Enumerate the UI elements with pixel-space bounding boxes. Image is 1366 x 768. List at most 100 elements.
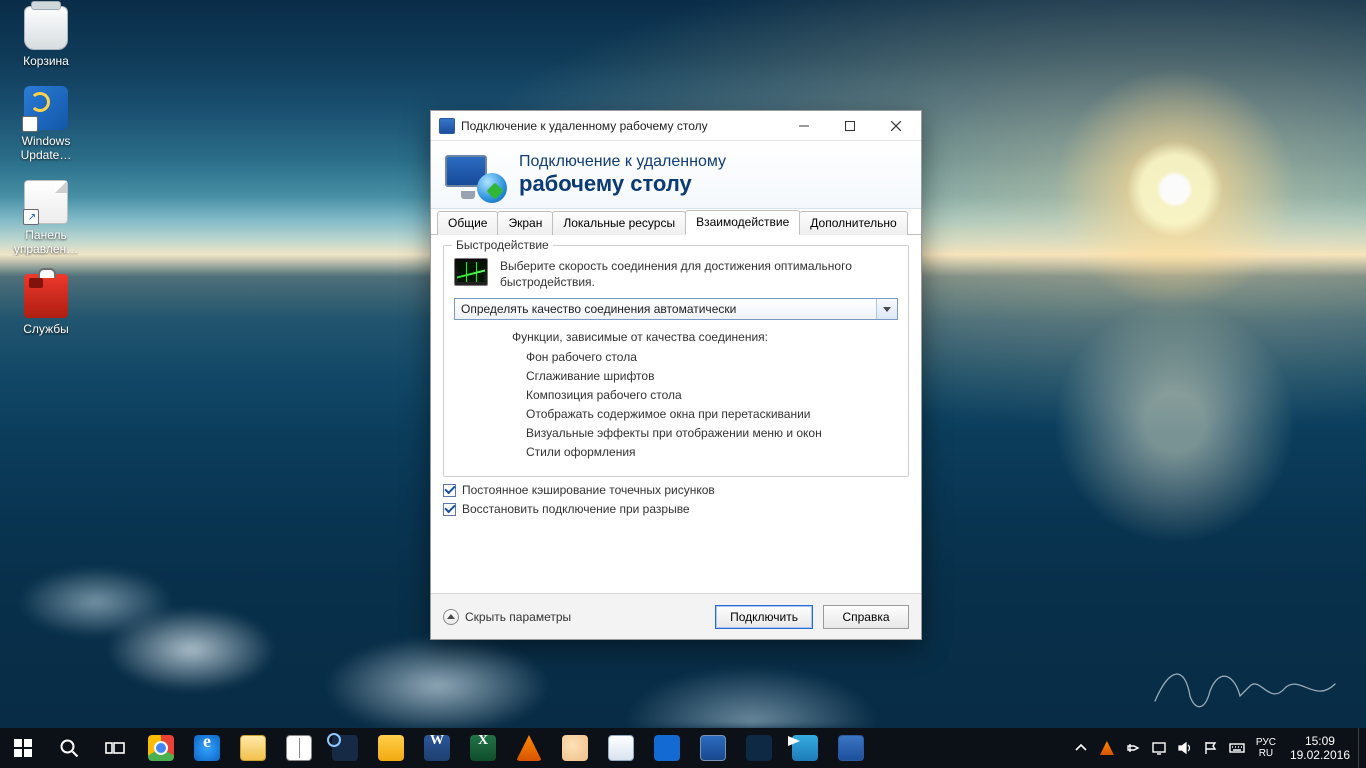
hide-options-label: Скрыть параметры: [465, 610, 571, 624]
chevron-up-icon: [443, 609, 459, 625]
rdp-dialog: Подключение к удаленному рабочему столу …: [430, 110, 922, 640]
desktop-icon-label: Корзина: [23, 54, 69, 68]
banner-line1: Подключение к удаленному: [519, 152, 726, 171]
maximize-button[interactable]: [827, 111, 873, 141]
desktop-icon-label: Windows Update…: [8, 134, 84, 162]
performance-icon: [454, 258, 488, 286]
task-view-button[interactable]: [92, 728, 138, 768]
connection-speed-combobox[interactable]: Определять качество соединения автоматич…: [454, 298, 898, 320]
checkbox-bitmap-caching[interactable]: Постоянное кэширование точечных рисунков: [443, 483, 909, 497]
window-title: Подключение к удаленному рабочему столу: [461, 119, 781, 133]
tab-strip: Общие Экран Локальные ресурсы Взаимодейс…: [431, 209, 921, 235]
control-panel-icon: [24, 180, 68, 224]
desktop-icon-windows-update[interactable]: Windows Update…: [8, 86, 84, 162]
services-icon: [24, 274, 68, 318]
group-legend: Быстродействие: [452, 238, 553, 252]
close-button[interactable]: [873, 111, 919, 141]
ie-icon: [194, 735, 220, 761]
desktop-icon-services[interactable]: Службы: [8, 274, 84, 336]
taskbar-app-chrome[interactable]: [138, 728, 184, 768]
taskbar-app-explorer[interactable]: [230, 728, 276, 768]
desktop-icon-label: Службы: [23, 322, 68, 336]
taskbar-app-totalcmd[interactable]: [276, 728, 322, 768]
excel-icon: [470, 735, 496, 761]
taskbar-app-pin[interactable]: [644, 728, 690, 768]
taskbar-app-excel[interactable]: [460, 728, 506, 768]
lang-primary: РУС: [1256, 737, 1276, 748]
titlebar[interactable]: Подключение к удаленному рабочему столу: [431, 111, 921, 141]
tab-body-experience: Быстродействие Выберите скорость соедине…: [431, 235, 921, 593]
rdp-icon: [838, 735, 864, 761]
magnifier-icon: [332, 735, 358, 761]
func-item: Стили оформления: [512, 445, 898, 459]
dialog-footer: Скрыть параметры Подключить Справка: [431, 593, 921, 639]
tray-power-icon[interactable]: [1120, 728, 1146, 768]
document-icon: [608, 735, 634, 761]
windows-update-icon: [24, 86, 68, 130]
telegram-icon: [792, 735, 818, 761]
tray-keyboard-icon[interactable]: [1224, 728, 1250, 768]
tray-flag-icon[interactable]: [1198, 728, 1224, 768]
tab-general[interactable]: Общие: [437, 211, 498, 235]
func-item: Отображать содержимое окна при перетаски…: [512, 407, 898, 421]
func-item: Фон рабочего стола: [512, 350, 898, 364]
taskbar-app-ie[interactable]: [184, 728, 230, 768]
outlook-icon: [378, 735, 404, 761]
desktop-icon-label: Панель управлен…: [8, 228, 84, 256]
help-button[interactable]: Справка: [823, 605, 909, 629]
desktop-icon-control-panel[interactable]: Панель управлен…: [8, 180, 84, 256]
tray-vlc-icon[interactable]: [1094, 728, 1120, 768]
taskbar-app-search[interactable]: [322, 728, 368, 768]
tray-language[interactable]: РУС RU: [1250, 737, 1282, 759]
taskbar-app-telegram[interactable]: [782, 728, 828, 768]
start-button[interactable]: [0, 728, 46, 768]
tray-network-icon[interactable]: [1146, 728, 1172, 768]
tab-local-resources[interactable]: Локальные ресурсы: [552, 211, 686, 235]
tab-advanced[interactable]: Дополнительно: [799, 211, 907, 235]
chevron-down-icon: [883, 307, 891, 312]
connect-button[interactable]: Подключить: [715, 605, 813, 629]
search-button[interactable]: [46, 728, 92, 768]
clock-date: 19.02.2016: [1290, 748, 1350, 762]
group-performance: Быстродействие Выберите скорость соедине…: [443, 245, 909, 477]
taskbar-app-notepad[interactable]: [598, 728, 644, 768]
functions-label: Функции, зависимые от качества соединени…: [512, 330, 898, 344]
app-icon: [654, 735, 680, 761]
chrome-icon: [148, 735, 174, 761]
func-item: Сглаживание шрифтов: [512, 369, 898, 383]
tray-volume-icon[interactable]: [1172, 728, 1198, 768]
rdp-banner-icon: [445, 149, 505, 201]
eye-icon: [746, 735, 772, 761]
desktop-wallpaper: Корзина Windows Update… Панель управлен……: [0, 0, 1366, 728]
taskbar-app-paint[interactable]: [552, 728, 598, 768]
tray-clock[interactable]: 15:09 19.02.2016: [1282, 734, 1358, 762]
taskbar-app-monitor[interactable]: [690, 728, 736, 768]
tab-experience[interactable]: Взаимодействие: [685, 210, 800, 235]
checkbox-label: Восстановить подключение при разрыве: [462, 502, 690, 516]
taskbar: РУС RU 15:09 19.02.2016: [0, 728, 1366, 768]
hide-options-toggle[interactable]: Скрыть параметры: [443, 609, 571, 625]
taskbar-app-rdp[interactable]: [828, 728, 874, 768]
clock-time: 15:09: [1305, 734, 1335, 748]
recycle-bin-icon: [24, 6, 68, 50]
total-commander-icon: [286, 735, 312, 761]
tray-overflow[interactable]: [1068, 728, 1094, 768]
taskbar-app-viewer[interactable]: [736, 728, 782, 768]
combobox-value: Определять качество соединения автоматич…: [461, 302, 736, 316]
taskbar-app-word[interactable]: [414, 728, 460, 768]
checkbox-reconnect[interactable]: Восстановить подключение при разрыве: [443, 502, 909, 516]
performance-instruction: Выберите скорость соединения для достиже…: [500, 258, 898, 290]
file-explorer-icon: [240, 735, 266, 761]
show-desktop-button[interactable]: [1358, 728, 1364, 768]
minimize-button[interactable]: [781, 111, 827, 141]
func-item: Визуальные эффекты при отображении меню …: [512, 426, 898, 440]
rdp-titlebar-icon: [439, 118, 455, 134]
taskbar-app-vlc[interactable]: [506, 728, 552, 768]
desktop-icon-recycle-bin[interactable]: Корзина: [8, 6, 84, 68]
palette-icon: [562, 735, 588, 761]
vlc-icon: [516, 735, 542, 761]
tab-display[interactable]: Экран: [497, 211, 553, 235]
monitor-icon: [700, 735, 726, 761]
taskbar-app-outlook[interactable]: [368, 728, 414, 768]
wallpaper-signature: [1150, 656, 1340, 716]
